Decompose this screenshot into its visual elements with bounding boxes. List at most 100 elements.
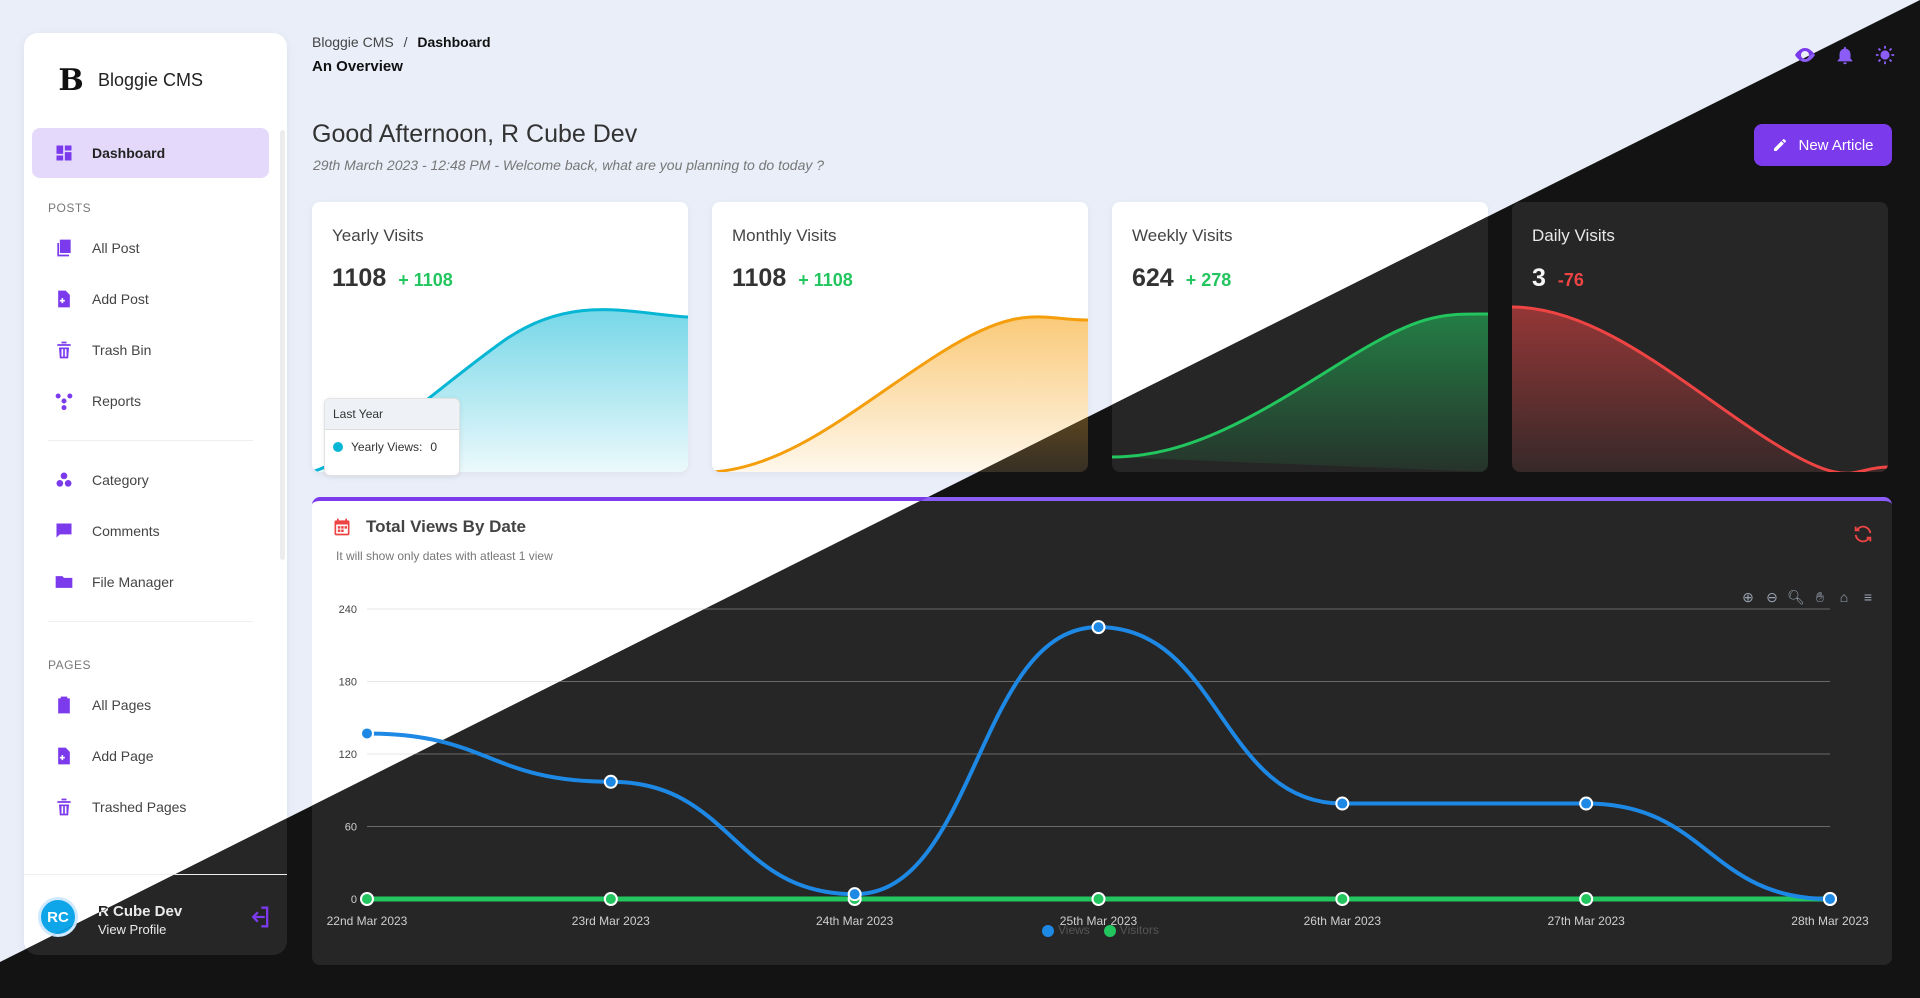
data-point-visitors bbox=[603, 892, 618, 906]
new-article-label: New Article bbox=[1798, 136, 1874, 154]
legend-label: Views bbox=[1058, 923, 1090, 937]
data-point-views bbox=[1091, 620, 1106, 635]
x-tick-label: 22nd Mar 2023 bbox=[327, 914, 408, 928]
legend-item-views[interactable]: Views bbox=[1042, 923, 1090, 937]
tooltip-title: Last Year bbox=[325, 399, 459, 430]
data-point-views bbox=[1335, 796, 1350, 811]
sun-icon[interactable] bbox=[1872, 42, 1898, 68]
x-tick-label: 24th Mar 2023 bbox=[816, 914, 894, 928]
data-point-views bbox=[1823, 892, 1837, 906]
dashboard-icon bbox=[54, 143, 74, 163]
sidebar-item-label: Trashed Pages bbox=[92, 799, 187, 815]
sidebar-item-label: Category bbox=[92, 472, 149, 488]
tooltip-value: 0 bbox=[430, 440, 438, 454]
sidebar-item-all-post[interactable]: All Post bbox=[32, 223, 269, 273]
sidebar-nav: Dashboard POSTS All Post Add Post Trash Bin R… bbox=[32, 128, 269, 833]
category-icon bbox=[54, 470, 74, 490]
sidebar-item-dashboard[interactable]: Dashboard bbox=[32, 128, 269, 178]
sidebar-item-label: All Post bbox=[92, 240, 140, 256]
sidebar-item-trash-bin[interactable]: Trash Bin bbox=[32, 325, 269, 375]
sidebar-item-reports[interactable]: Reports bbox=[32, 376, 269, 426]
chart-header: Total Views By Date bbox=[332, 517, 526, 537]
sidebar-item-label: File Manager bbox=[92, 574, 174, 590]
sidebar-item-label: Trash Bin bbox=[92, 342, 152, 358]
brand[interactable]: B Bloggie CMS bbox=[56, 59, 203, 101]
chart-subtitle: It will show only dates with atleast 1 v… bbox=[336, 549, 553, 563]
page-title: Good Afternoon, R Cube Dev bbox=[312, 120, 638, 148]
legend-swatch bbox=[1042, 924, 1054, 937]
add-page-icon bbox=[54, 746, 74, 766]
data-point-visitors bbox=[1579, 892, 1594, 906]
page-subtitle: An Overview bbox=[312, 58, 403, 75]
sparkline-chart bbox=[1512, 305, 1888, 472]
sparkline-chart bbox=[712, 315, 1088, 472]
tooltip-dot bbox=[333, 442, 343, 452]
breadcrumb: Bloggie CMS / Dashboard bbox=[312, 34, 491, 50]
sidebar-item-file-manager[interactable]: File Manager bbox=[32, 557, 269, 607]
data-point-views bbox=[1579, 796, 1594, 811]
y-tick-label: 0 bbox=[351, 894, 357, 906]
reports-icon bbox=[54, 391, 74, 411]
view-profile-link[interactable]: View Profile bbox=[98, 922, 166, 937]
stat-card-monthly-visits: Monthly Visits1108+ 1108 bbox=[712, 202, 1088, 472]
x-tick-label: 26th Mar 2023 bbox=[1304, 914, 1382, 928]
logout-icon[interactable] bbox=[245, 903, 273, 931]
legend-label: Visitors bbox=[1119, 923, 1159, 937]
sidebar-item-label: Reports bbox=[92, 393, 142, 409]
folder-icon bbox=[54, 572, 74, 592]
sidebar-section-posts: POSTS bbox=[48, 201, 92, 215]
y-tick-label: 180 bbox=[339, 677, 357, 689]
legend-swatch bbox=[1103, 924, 1116, 937]
stat-card-daily-visits: Daily Visits3-76 bbox=[1512, 202, 1888, 472]
data-point-views bbox=[847, 887, 862, 902]
sidebar-section-pages: PAGES bbox=[48, 658, 91, 672]
tooltip-label: Yearly Views: bbox=[351, 440, 423, 454]
chart-legend: Views Visitors bbox=[1042, 923, 1159, 937]
sidebar-item-add-post[interactable]: Add Post bbox=[32, 274, 269, 324]
sidebar-item-trashed-pages[interactable]: Trashed Pages bbox=[32, 782, 269, 832]
sidebar-item-add-page[interactable]: Add Page bbox=[32, 731, 269, 781]
sidebar-scrollbar[interactable] bbox=[280, 130, 285, 560]
data-point-views bbox=[603, 774, 618, 789]
calendar-icon bbox=[334, 518, 350, 536]
y-tick-label: 60 bbox=[345, 822, 357, 834]
sidebar-divider bbox=[48, 440, 253, 441]
breadcrumb-current: Dashboard bbox=[417, 34, 491, 50]
y-tick-label: 240 bbox=[339, 604, 357, 616]
data-point-visitors bbox=[1091, 892, 1106, 906]
breadcrumb-separator: / bbox=[403, 34, 408, 50]
welcome-text: 29th March 2023 - 12:48 PM - Welcome bac… bbox=[313, 157, 825, 173]
sidebar: B Bloggie CMS Dashboard POSTS All Post Add … bbox=[24, 33, 287, 955]
x-tick-label: 27th Mar 2023 bbox=[1547, 914, 1625, 928]
brand-name: Bloggie CMS bbox=[98, 69, 204, 90]
refresh-icon[interactable] bbox=[1852, 523, 1874, 545]
sidebar-divider bbox=[48, 621, 253, 622]
brand-logo: B bbox=[58, 62, 84, 98]
sidebar-item-label: Dashboard bbox=[92, 145, 166, 161]
bell-icon[interactable] bbox=[1832, 42, 1858, 68]
chart-tooltip: Last Year Yearly Views: 0 bbox=[324, 398, 460, 476]
data-point-visitors bbox=[1335, 892, 1350, 906]
x-tick-label: 28th Mar 2023 bbox=[1791, 914, 1869, 928]
trash-icon bbox=[54, 340, 74, 360]
legend-item-visitors[interactable]: Visitors bbox=[1103, 923, 1159, 937]
breadcrumb-root[interactable]: Bloggie CMS bbox=[312, 34, 394, 50]
sidebar-item-all-pages[interactable]: All Pages bbox=[32, 680, 269, 730]
comments-icon bbox=[54, 521, 74, 541]
sidebar-item-label: All Pages bbox=[92, 697, 152, 713]
sidebar-item-category[interactable]: Category bbox=[32, 455, 269, 505]
sparkline-area bbox=[1512, 307, 1888, 472]
tooltip-body: Yearly Views: 0 bbox=[325, 430, 459, 464]
sidebar-item-label: Add Page bbox=[92, 748, 154, 764]
x-tick-label: 23rd Mar 2023 bbox=[572, 914, 650, 928]
sidebar-item-comments[interactable]: Comments bbox=[32, 506, 269, 556]
chart-title: Total Views By Date bbox=[366, 517, 526, 536]
pages-icon bbox=[54, 695, 74, 715]
trash-icon bbox=[54, 797, 74, 817]
y-tick-label: 120 bbox=[339, 749, 357, 761]
sidebar-item-label: Add Post bbox=[92, 291, 149, 307]
sidebar-item-label: Comments bbox=[92, 523, 160, 539]
data-point-views bbox=[360, 726, 374, 741]
data-point-visitors bbox=[360, 892, 374, 906]
new-article-button[interactable]: New Article bbox=[1754, 124, 1892, 166]
